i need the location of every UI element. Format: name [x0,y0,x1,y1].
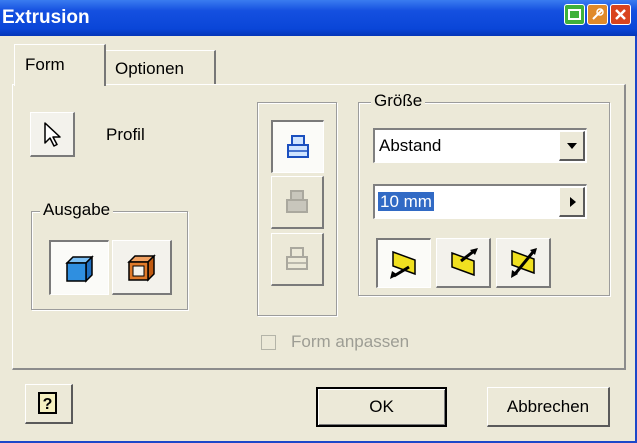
cut-button[interactable] [271,176,324,229]
join-button[interactable] [271,120,324,173]
distance-selection: 10 mm [378,192,434,212]
extrusion-dialog: Extrusion Optionen Form Profil Ausgabe G… [0,0,637,443]
symmetric-icon [511,248,537,278]
size-legend: Größe [371,91,426,111]
svg-text:?: ? [43,396,53,413]
minimize-icon [568,9,581,20]
tab-form[interactable]: Form [14,44,106,86]
match-shape-checkbox[interactable] [261,335,276,350]
extent-type-dropdown[interactable]: Abstand [373,128,587,163]
surface-output-icon [127,254,156,282]
profile-select-button[interactable] [30,112,75,157]
tab-form-label: Form [25,55,65,74]
ausgabe-legend: Ausgabe [40,200,114,220]
extent-type-value: Abstand [379,136,442,155]
distance-flyout-button[interactable] [559,187,585,217]
intersect-icon [286,247,308,270]
intersect-button[interactable] [271,233,324,286]
chevron-down-icon [567,143,577,149]
close-button[interactable] [610,4,631,25]
close-icon [615,9,626,20]
surface-output-button[interactable] [112,240,172,295]
pin-button[interactable] [587,4,608,25]
ok-button[interactable]: OK [316,387,447,427]
cancel-button[interactable]: Abbrechen [487,387,610,427]
direction-2-button[interactable] [436,238,491,288]
dropdown-arrow-button[interactable] [559,131,585,161]
direction-1-button[interactable] [376,238,431,288]
pin-icon [592,8,604,20]
distance-input[interactable]: 10 mm [373,184,587,219]
chevron-right-icon [570,197,576,207]
window-title: Extrusion [2,7,90,28]
match-shape-label: Form anpassen [291,332,410,351]
symmetric-button[interactable] [496,238,551,288]
profile-label: Profil [106,125,145,144]
help-icon: ? [38,392,57,414]
distance-value: 10 mm [378,192,434,211]
direction-2-icon [451,248,478,277]
cursor-arrow-icon [44,122,61,147]
solid-output-icon [65,255,94,283]
join-icon [287,135,309,158]
direction-1-icon [390,250,416,279]
tab-optionen-label: Optionen [115,59,184,78]
tab-optionen[interactable]: Optionen [104,50,216,84]
minimize-button[interactable] [564,4,585,25]
solid-output-button[interactable] [49,240,109,295]
title-bar[interactable]: Extrusion [0,0,637,36]
cut-icon [286,190,308,213]
help-button[interactable]: ? [25,384,73,424]
